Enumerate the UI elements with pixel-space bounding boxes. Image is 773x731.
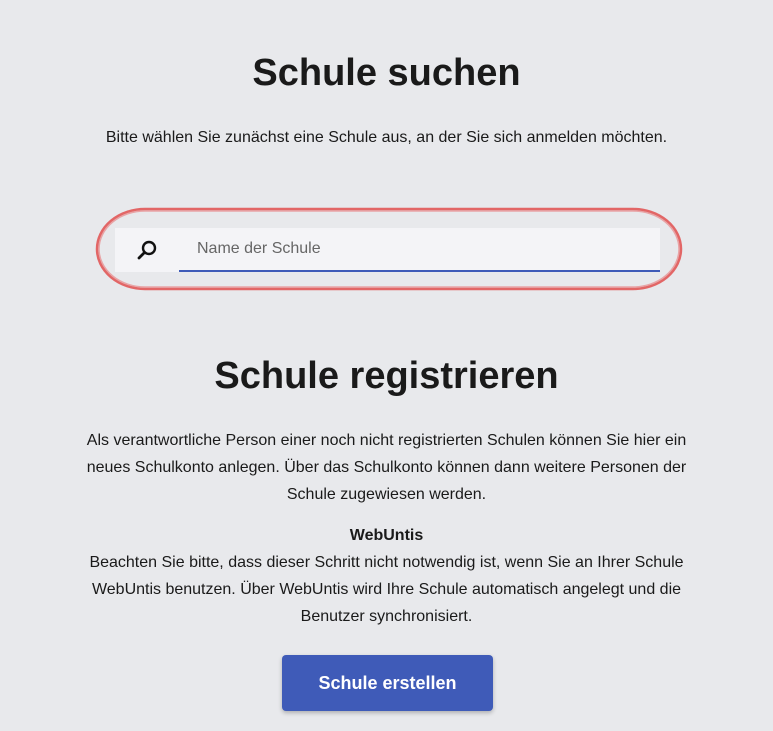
register-title: Schule registrieren (214, 355, 559, 397)
webuntis-title: WebUntis (349, 527, 424, 544)
register-description: Als verantwortliche Person einer noch ni… (86, 432, 687, 503)
search-icon[interactable] (115, 228, 179, 272)
create-school-button[interactable]: Schule erstellen (282, 655, 493, 711)
webuntis-text: Beachten Sie bitte, dass dieser Schritt … (89, 554, 684, 625)
search-title: Schule suchen (252, 52, 521, 94)
search-subtitle: Bitte wählen Sie zunächst eine Schule au… (105, 129, 668, 146)
search-field (115, 228, 660, 272)
school-search-input[interactable] (179, 228, 660, 272)
